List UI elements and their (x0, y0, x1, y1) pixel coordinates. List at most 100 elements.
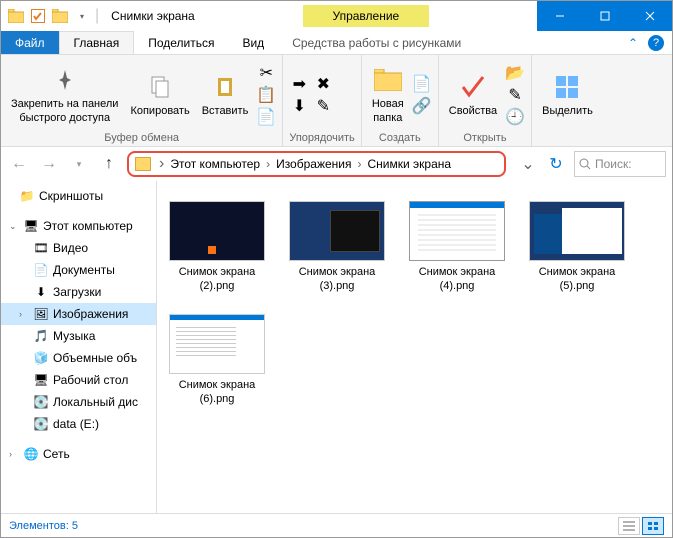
titlebar: ▾ | Снимки экрана Управление (1, 1, 672, 31)
tree-item-pictures[interactable]: ›🖼Изображения (1, 303, 156, 325)
file-item[interactable]: Снимок экрана (4).png (407, 201, 507, 294)
tab-view[interactable]: Вид (228, 31, 278, 54)
copy-icon (144, 71, 176, 103)
navigation-pane: 📁Скриншоты ⌄🖥Этот компьютер 🎞Видео 📄Доку… (1, 181, 157, 513)
file-item[interactable]: Снимок экрана (3).png (287, 201, 387, 294)
cube-icon: 🧊 (33, 350, 49, 366)
select-button[interactable]: Выделить (538, 69, 597, 120)
up-button[interactable]: ↑ (97, 152, 121, 176)
chevron-right-icon[interactable]: › (157, 155, 166, 173)
search-input[interactable]: Поиск: (574, 151, 666, 177)
help-icon[interactable]: ? (648, 35, 664, 51)
properties-button[interactable]: Свойства (445, 69, 501, 120)
tree-item-network[interactable]: ›🌐Сеть (1, 443, 156, 465)
context-tab-header: Управление (303, 5, 430, 27)
close-button[interactable] (627, 1, 672, 31)
picture-icon: 🖼 (33, 306, 49, 322)
open-icon[interactable]: 📂 (505, 63, 525, 83)
easyaccess-icon[interactable]: 🔗 (412, 96, 432, 116)
checkmark-icon (457, 71, 489, 103)
history-icon[interactable]: 🕘 (505, 107, 525, 127)
music-icon: 🎵 (33, 328, 49, 344)
address-dropdown-icon[interactable]: ⌄ (518, 154, 538, 174)
tree-item-documents[interactable]: 📄Документы (1, 259, 156, 281)
tree-item-datae[interactable]: 💽data (E:) (1, 413, 156, 435)
address-bar[interactable]: › Этот компьютер › Изображения › Снимки … (127, 151, 506, 177)
thumbnail (169, 201, 265, 261)
chevron-down-icon[interactable]: ⌄ (9, 221, 19, 232)
crumb-screenshots[interactable]: Снимки экрана (363, 155, 455, 173)
item-count: Элементов: 5 (9, 520, 78, 532)
folder-icon: 📁 (19, 188, 35, 204)
chevron-right-icon[interactable]: › (264, 157, 272, 171)
folder-icon (51, 7, 69, 25)
thumbnail (409, 201, 505, 261)
crumb-pictures[interactable]: Изображения (272, 155, 355, 173)
thumbnail (169, 314, 265, 374)
tree-item-downloads[interactable]: ⬇Загрузки (1, 281, 156, 303)
ribbon: Закрепить на панели быстрого доступа Коп… (1, 55, 672, 147)
document-icon: 📄 (33, 262, 49, 278)
thumbnail (529, 201, 625, 261)
tree-item-desktop[interactable]: 🖥Рабочий стол (1, 369, 156, 391)
chevron-right-icon[interactable]: › (355, 157, 363, 171)
tab-share[interactable]: Поделиться (134, 31, 228, 54)
tree-item-thispc[interactable]: ⌄🖥Этот компьютер (1, 215, 156, 237)
tab-picture-tools[interactable]: Средства работы с рисунками (278, 31, 475, 54)
newfolder-button[interactable]: Новая папка (368, 62, 408, 126)
paste-icon (209, 71, 241, 103)
tree-item-3d[interactable]: 🧊Объемные объ (1, 347, 156, 369)
search-icon (579, 158, 591, 170)
minimize-button[interactable] (537, 1, 582, 31)
pin-button[interactable]: Закрепить на панели быстрого доступа (7, 62, 122, 126)
delete-icon[interactable]: ✖ (313, 74, 333, 94)
shortcut-icon[interactable]: 📄 (256, 107, 276, 127)
paste-button[interactable]: Вставить (198, 69, 253, 120)
file-item[interactable]: Снимок экрана (6).png (167, 314, 267, 407)
qat-checkbox-icon[interactable] (29, 7, 47, 25)
newitem-icon[interactable]: 📄 (412, 74, 432, 94)
status-bar: Элементов: 5 (1, 513, 672, 537)
rename-icon[interactable]: ✎ (313, 96, 333, 116)
refresh-button[interactable]: ↻ (544, 154, 568, 174)
maximize-button[interactable] (582, 1, 627, 31)
tree-item-music[interactable]: 🎵Музыка (1, 325, 156, 347)
desktop-icon: 🖥 (33, 372, 49, 388)
back-button[interactable]: ← (7, 152, 31, 176)
select-icon (551, 71, 583, 103)
folder-icon (7, 7, 25, 25)
computer-icon: 🖥 (23, 218, 39, 234)
collapse-ribbon-icon[interactable]: ⌃ (628, 36, 638, 50)
disk-icon: 💽 (33, 394, 49, 410)
thumbnails-view-button[interactable] (642, 517, 664, 535)
download-icon: ⬇ (33, 284, 49, 300)
folder-icon (372, 64, 404, 96)
moveto-icon[interactable]: ➡ (289, 74, 309, 94)
video-icon: 🎞 (33, 240, 49, 256)
forward-button[interactable]: → (37, 152, 61, 176)
copyto-icon[interactable]: ⬇ (289, 96, 309, 116)
recent-dropdown-icon[interactable]: ▾ (67, 152, 91, 176)
copypath-icon[interactable]: 📋 (256, 85, 276, 105)
address-bar-row: ← → ▾ ↑ › Этот компьютер › Изображения ›… (1, 147, 672, 181)
qat-dropdown-icon[interactable]: ▾ (73, 7, 91, 25)
tab-file[interactable]: Файл (1, 31, 59, 54)
tree-item-videos[interactable]: 🎞Видео (1, 237, 156, 259)
disk-icon: 💽 (33, 416, 49, 432)
copy-button[interactable]: Копировать (126, 69, 193, 120)
chevron-right-icon[interactable]: › (19, 309, 29, 319)
file-item[interactable]: Снимок экрана (2).png (167, 201, 267, 294)
breadcrumb: Этот компьютер › Изображения › Снимки эк… (166, 155, 455, 173)
folder-icon (135, 157, 151, 171)
ribbon-tabs: Файл Главная Поделиться Вид Средства раб… (1, 31, 672, 55)
file-item[interactable]: Снимок экрана (5).png (527, 201, 627, 294)
details-view-button[interactable] (618, 517, 640, 535)
tree-item-localdisk[interactable]: 💽Локальный дис (1, 391, 156, 413)
tree-item-screenshots[interactable]: 📁Скриншоты (1, 185, 156, 207)
window-title: Снимки экрана (111, 9, 195, 23)
edit-icon[interactable]: ✎ (505, 85, 525, 105)
crumb-thispc[interactable]: Этот компьютер (166, 155, 264, 173)
chevron-right-icon[interactable]: › (9, 449, 19, 459)
tab-home[interactable]: Главная (59, 31, 135, 54)
cut-icon[interactable]: ✂ (256, 63, 276, 83)
